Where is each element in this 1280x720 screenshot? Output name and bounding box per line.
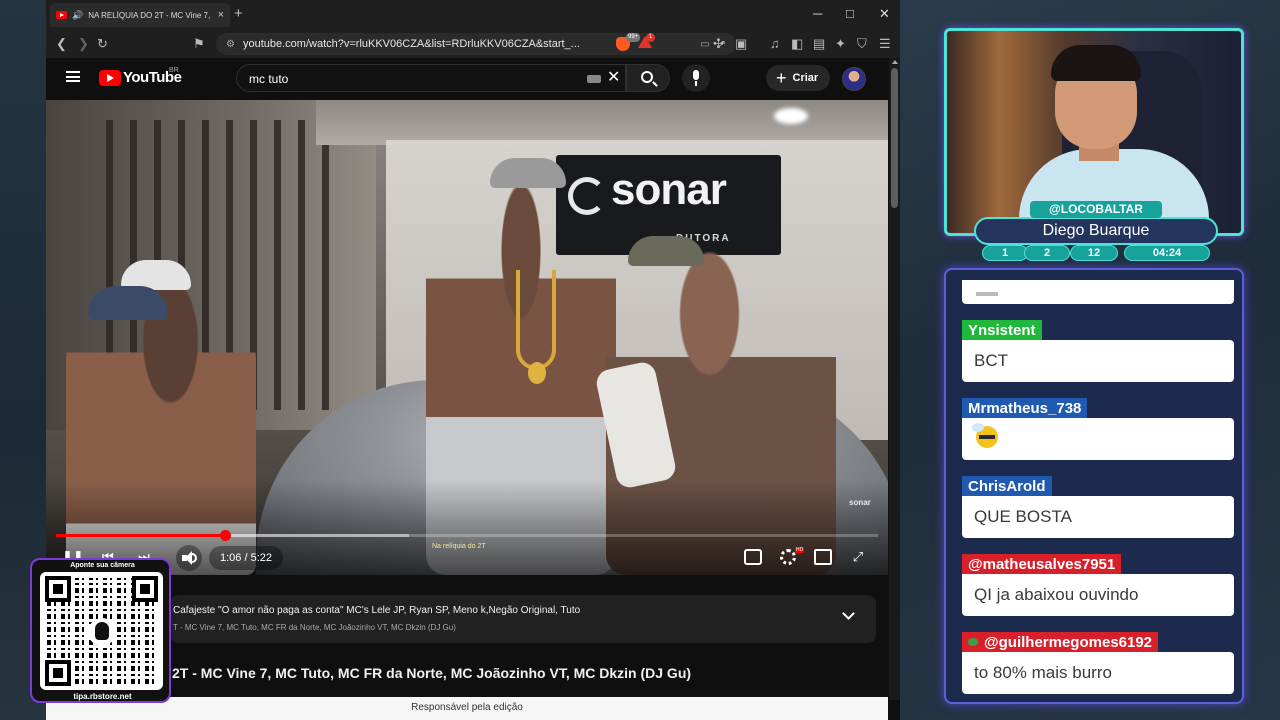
guide-menu-icon[interactable] [66,71,80,82]
back-icon[interactable]: ❮ [56,35,67,53]
playlist-title[interactable]: Cafajeste "O amor não paga as conta" MC'… [173,605,580,616]
playlist-subtitle: T - MC Vine 7, MC Tuto, MC FR da Norte, … [173,623,456,632]
chat-message: ChrisArold QUE BOSTA [962,476,1234,550]
create-label: Criar [792,72,819,84]
maximize-icon[interactable]: □ [846,6,854,22]
forward-icon[interactable]: ❯ [78,35,89,53]
chevron-down-icon[interactable] [842,607,855,620]
menu-icon[interactable]: ☰ [879,35,891,53]
tab-title: NA RELÍQUIA DO 2T - MC Vine 7, N [88,10,213,20]
chat-username: @guilhermegomes6192 [984,634,1153,651]
stat-1: 1 [982,245,1028,261]
settings-gear-icon[interactable] [780,549,796,565]
chat-message: Ynsistent BCT [962,320,1234,394]
sidebar-icon[interactable]: ◧ [791,35,803,53]
search-input[interactable]: mc tuto ✕ [236,64,626,92]
qr-top-text: Aponte sua câmera [70,562,135,569]
chat-text: to 80% mais burro [962,652,1234,694]
chat-username: ChrisArold [962,476,1052,498]
volume-button[interactable] [176,545,202,571]
search-button[interactable] [626,64,670,92]
progress-bar[interactable] [56,530,878,541]
keyboard-icon[interactable] [587,75,601,83]
browser-tab[interactable]: 🔊 NA RELÍQUIA DO 2T - MC Vine 7, N × [50,3,230,27]
bookmark-icon[interactable]: ⚑ [193,35,205,53]
progress-played [56,534,226,537]
video-player[interactable]: sonar DUTORA sonar Na relíquia do 2T ❚❚ … [46,100,888,575]
stat-timer: 04:24 [1124,245,1210,261]
chat-username: @matheusalves7951 [962,554,1122,576]
voice-search-button[interactable] [682,64,710,92]
streamer-handle: @LOCOBALTAR [1030,201,1162,218]
extensions-icon[interactable]: ✣ [713,35,724,53]
page-scrollbar[interactable] [889,58,900,700]
window-close-icon[interactable]: ✕ [879,6,890,22]
browser-titlebar: 🔊 NA RELÍQUIA DO 2T - MC Vine 7, N × + ─… [46,0,900,30]
miniplayer-icon[interactable] [814,549,832,565]
video-title: 2T - MC Vine 7, MC Tuto, MC FR da Norte,… [172,665,692,681]
fullscreen-icon[interactable]: ⤢ [849,549,867,565]
qr-bottom-text: tipa.rbstore.net [73,692,132,701]
avatar[interactable] [842,67,866,91]
search-query: mc tuto [249,72,289,86]
youtube-favicon-icon [56,11,67,19]
chat-message-partial [962,280,1234,304]
clear-search-icon[interactable]: ✕ [607,69,620,87]
subtitles-icon[interactable] [744,549,762,565]
chat-panel: Ynsistent BCT Mrmatheus_738 ChrisArold Q… [944,268,1244,704]
chat-username: Ynsistent [962,320,1042,342]
playlist-panel[interactable]: Cafajeste "O amor não paga as conta" MC'… [170,595,876,643]
viewer-badge-icon [968,638,978,646]
scroll-up-icon[interactable] [892,60,898,64]
vpn-icon[interactable]: ⛉ [857,35,867,53]
search-icon [641,71,653,83]
hd-badge: HD [795,547,805,553]
site-info-icon[interactable]: ⚙ [226,39,235,50]
region-code: BR [169,67,179,74]
youtube-logo-icon[interactable] [99,70,121,86]
browser-toolbar: ❮ ❯ ↻ ⚑ ⚙ youtube.com/watch?v=rluKKV06CZ… [46,30,900,58]
chat-text: QUE BOSTA [962,496,1234,538]
time-display: 1:06 / 5:22 [209,546,283,570]
qr-overlay: Aponte sua câmera tipa.rbstore.net [30,558,171,703]
stat-3: 12 [1070,245,1118,261]
streamer-name: Diego Buarque [974,217,1218,245]
speaker-icon: 🔊 [72,9,84,20]
video-watermark: sonar [849,498,871,507]
youtube-header: YouTube BR mc tuto ✕ + Criar [46,58,888,100]
gold-chain [516,270,556,370]
chat-message: @matheusalves7951 QI ja abaixou ouvindo [962,554,1234,628]
rewards-badge: 1 [646,33,655,42]
reload-icon[interactable]: ↻ [97,35,108,53]
chat-message: Mrmatheus_738 [962,398,1234,472]
plus-icon: + [776,68,787,88]
chat-text: BCT [962,340,1234,382]
chat-text [962,418,1234,460]
stat-2: 2 [1024,245,1070,261]
qr-code [40,572,163,690]
streamer-nameplate: Diego Buarque @LOCOBALTAR 1 2 12 04:24 [974,201,1218,261]
screenshot-icon[interactable]: ▣ [735,35,747,53]
chat-username: Mrmatheus_738 [962,398,1088,420]
minimize-icon[interactable]: ─ [813,6,822,22]
video-caption: Na relíquia do 2T [432,543,486,550]
wallet-icon[interactable]: ▤ [813,35,825,53]
new-tab-icon[interactable]: + [234,6,243,22]
browser-window: 🔊 NA RELÍQUIA DO 2T - MC Vine 7, N × + ─… [46,0,900,720]
tab-close-icon[interactable]: × [218,9,224,21]
footer-notice-text: Responsável pela edição [411,702,523,713]
scroll-thumb[interactable] [891,68,898,208]
chat-text: QI ja abaixou ouvindo [962,574,1234,616]
address-bar[interactable]: ⚙ youtube.com/watch?v=rluKKV06CZA&list=R… [216,33,736,55]
microphone-icon [693,70,699,80]
video-sign-text: sonar [611,165,727,214]
qr-logo-icon [88,618,116,646]
chat-user-row: @guilhermegomes6192 [962,632,1159,654]
leo-ai-icon[interactable]: ✦ [835,35,846,53]
bee-emoji-icon [972,423,998,448]
cast-icon[interactable]: ▭ [700,39,709,50]
media-icon[interactable]: ♫ [770,35,780,53]
chat-message: @guilhermegomes6192 to 80% mais burro [962,632,1234,702]
create-button[interactable]: + Criar [766,65,831,91]
